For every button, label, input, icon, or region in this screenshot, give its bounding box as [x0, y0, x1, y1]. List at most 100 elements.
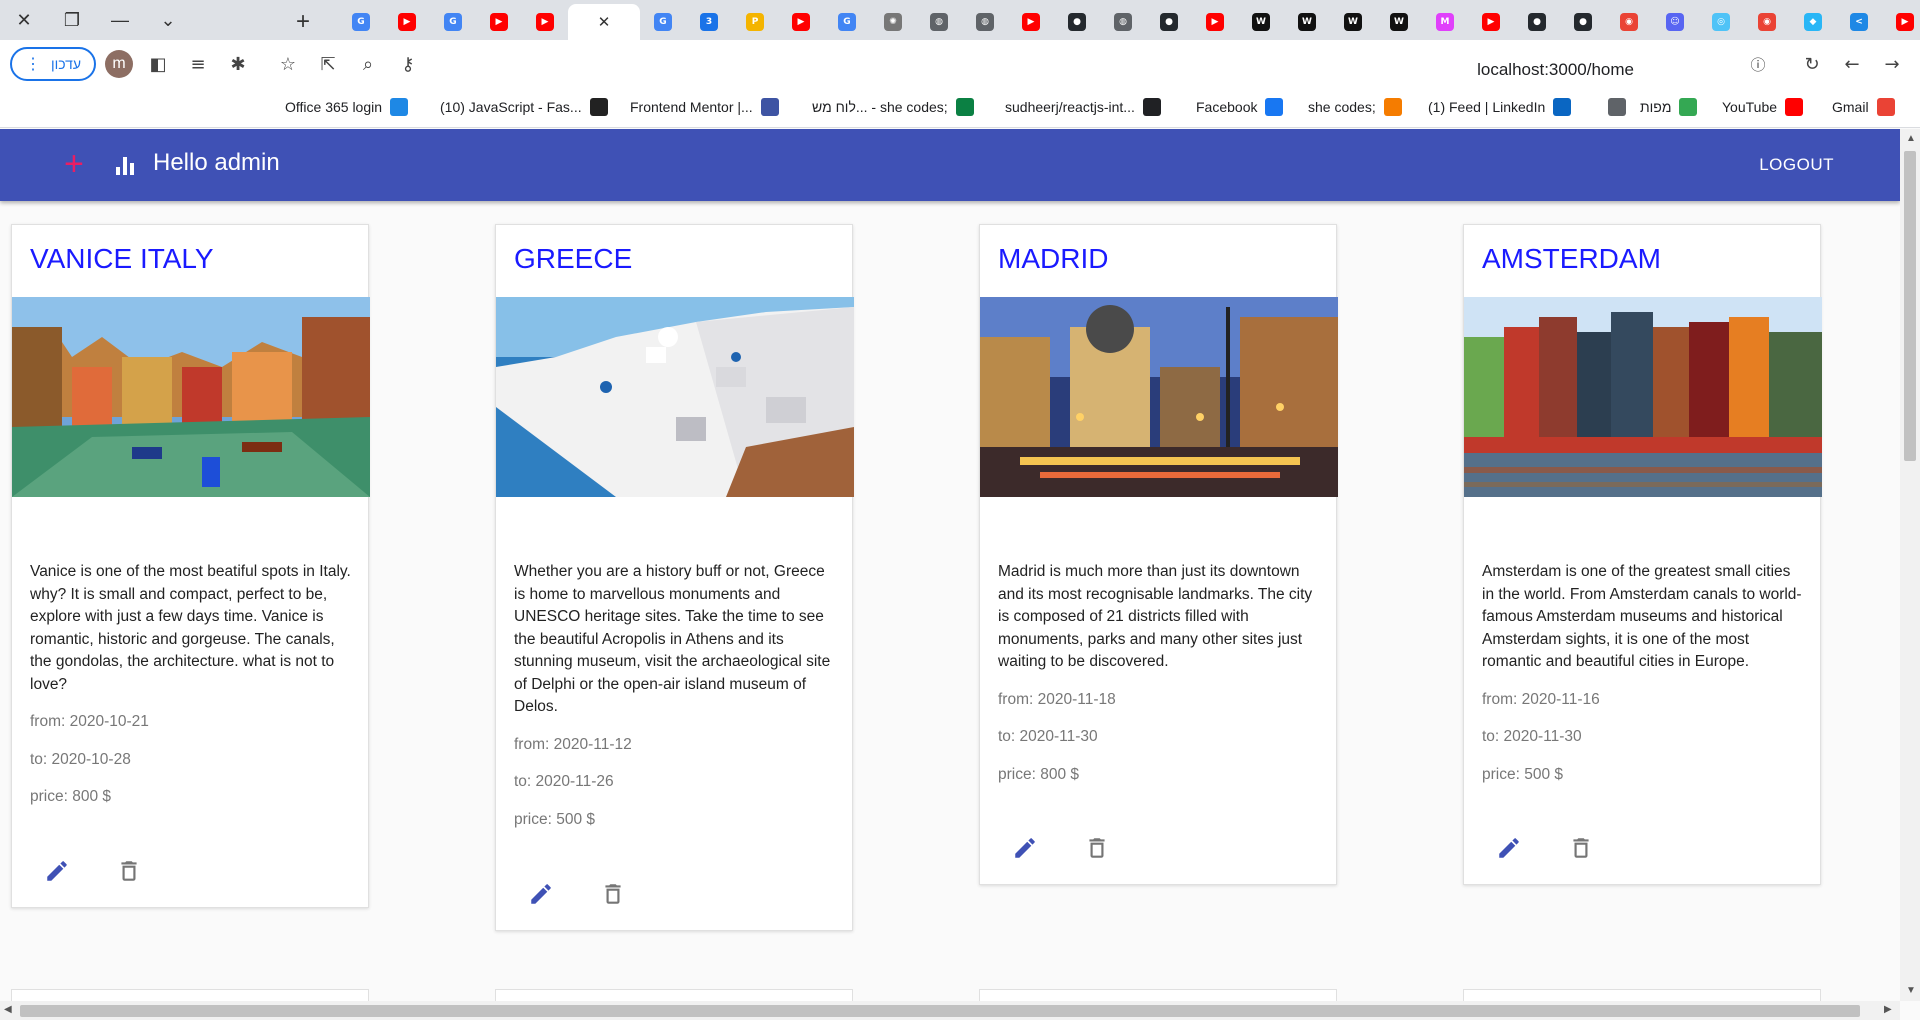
vertical-scroll-thumb[interactable] — [1904, 151, 1916, 461]
trip-details: Whether you are a history buff or not, G… — [514, 561, 838, 831]
profile-avatar[interactable]: m — [105, 50, 133, 78]
site-info-icon[interactable]: ⓘ — [1746, 52, 1770, 76]
tab-search-icon[interactable]: ⌄ — [144, 0, 192, 40]
close-icon: ✕ — [597, 13, 611, 31]
restore-window-icon[interactable]: ❐ — [48, 0, 96, 40]
reload-icon[interactable]: ↻ — [1800, 52, 1824, 76]
minimize-window-icon[interactable]: — — [96, 0, 144, 40]
browser-tab[interactable]: W — [1284, 4, 1330, 40]
trip-description: Vanice is one of the most beatiful spots… — [30, 563, 351, 693]
scroll-up-icon[interactable]: ▲ — [1906, 133, 1916, 144]
browser-tab[interactable]: ▶ — [476, 4, 522, 40]
edit-icon[interactable] — [1012, 835, 1038, 861]
trip-card: VANICE ITALY Vanice is one of the most b… — [11, 224, 370, 908]
bookmark-item[interactable]: (10) JavaScript - Fas... — [440, 98, 608, 116]
browser-tab[interactable]: ● — [1054, 4, 1100, 40]
browser-tab[interactable]: ◎ — [1698, 4, 1744, 40]
bookmark-item[interactable]: מפות — [1640, 98, 1698, 116]
browser-tab[interactable]: ◆ — [1790, 4, 1836, 40]
new-tab-icon[interactable]: + — [296, 8, 310, 36]
address-bar[interactable]: ☆ ⇱ ⌕ ⚷ localhost:3000/home ⓘ — [270, 46, 1780, 82]
browser-tab[interactable]: G — [338, 4, 384, 40]
bookmark-label: YouTube — [1722, 99, 1778, 115]
browser-tab[interactable]: ✺ — [870, 4, 916, 40]
bookmark-item[interactable] — [1600, 98, 1626, 116]
bookmark-item[interactable]: Gmail — [1832, 98, 1895, 116]
browser-tab[interactable]: W — [1376, 4, 1422, 40]
browser-tab[interactable]: M — [1422, 4, 1468, 40]
trip-description: Madrid is much more than just its downto… — [998, 563, 1313, 670]
share-icon[interactable]: ⇱ — [316, 52, 340, 76]
bar-chart-icon[interactable] — [116, 157, 136, 175]
scroll-left-icon[interactable]: ◀ — [4, 1004, 12, 1015]
bookmark-item[interactable]: Frontend Mentor |... — [630, 98, 779, 116]
edit-icon[interactable] — [528, 881, 554, 907]
browser-tab[interactable]: ✕ — [568, 4, 640, 40]
side-panel-icon[interactable]: ◧ — [146, 52, 170, 76]
password-key-icon[interactable]: ⚷ — [396, 52, 420, 76]
calendar-icon: 3 — [700, 13, 718, 31]
trip-from-date: from: 2020-11-12 — [514, 735, 632, 753]
browser-tab[interactable]: W — [1238, 4, 1284, 40]
bookmark-item[interactable]: Office 365 login — [285, 98, 409, 116]
add-trip-icon[interactable]: + — [64, 145, 84, 184]
logout-button[interactable]: LOGOUT — [1759, 155, 1834, 175]
browser-tab[interactable]: G — [430, 4, 476, 40]
browser-tab[interactable]: ▶ — [1192, 4, 1238, 40]
delete-icon[interactable] — [1568, 835, 1594, 861]
bookmark-star-icon[interactable]: ☆ — [276, 52, 300, 76]
horizontal-scroll-thumb[interactable] — [20, 1005, 1860, 1017]
browser-tab[interactable]: W — [1330, 4, 1376, 40]
browser-tab[interactable]: ▶ — [778, 4, 824, 40]
bookmark-item[interactable]: לוח מש... - she codes; — [812, 98, 974, 116]
browser-tab[interactable]: ▶ — [1882, 4, 1920, 40]
browser-tab[interactable]: ● — [1560, 4, 1606, 40]
horizontal-scrollbar[interactable]: ◀ ▶ — [0, 1001, 1900, 1020]
browser-tab[interactable]: ◉ — [1606, 4, 1652, 40]
scroll-right-icon[interactable]: ▶ — [1884, 1004, 1892, 1015]
browser-tab[interactable]: 3 — [686, 4, 732, 40]
wix-icon: W — [1344, 13, 1362, 31]
trip-description: Amsterdam is one of the greatest small c… — [1482, 563, 1802, 670]
bookmark-item[interactable]: sudheerj/reactjs-int... — [1005, 98, 1161, 116]
browser-tab[interactable]: ◉ — [1744, 4, 1790, 40]
reading-list-icon[interactable]: ≡ — [186, 52, 210, 76]
bookmark-item[interactable]: YouTube — [1722, 98, 1804, 116]
eye-icon: ◎ — [1712, 13, 1730, 31]
browser-tab[interactable]: ▶ — [1468, 4, 1514, 40]
close-window-icon[interactable]: ✕ — [0, 0, 48, 40]
browser-tab[interactable]: ▶ — [1008, 4, 1054, 40]
forward-icon[interactable]: → — [1880, 52, 1904, 76]
browser-tab[interactable]: ◍ — [962, 4, 1008, 40]
browser-tab[interactable]: < — [1836, 4, 1882, 40]
edit-icon[interactable] — [44, 858, 70, 884]
edit-icon[interactable] — [1496, 835, 1522, 861]
google-icon: G — [838, 13, 856, 31]
browser-tab[interactable]: ☺ — [1652, 4, 1698, 40]
browser-tab[interactable]: ● — [1514, 4, 1560, 40]
delete-icon[interactable] — [116, 858, 142, 884]
delete-icon[interactable] — [1084, 835, 1110, 861]
trip-to-date: to: 2020-11-30 — [1482, 728, 1582, 745]
trip-to-date: to: 2020-11-30 — [998, 728, 1098, 745]
browser-tab[interactable]: P — [732, 4, 778, 40]
delete-icon[interactable] — [600, 881, 626, 907]
bookmark-item[interactable]: (1) Feed | LinkedIn — [1428, 98, 1572, 116]
browser-tab[interactable]: G — [824, 4, 870, 40]
vertical-scrollbar[interactable]: ▲ ▼ — [1900, 129, 1920, 1001]
github-icon: ● — [1574, 13, 1592, 31]
extensions-icon[interactable]: ✱ — [226, 52, 250, 76]
browser-tab[interactable]: ▶ — [522, 4, 568, 40]
browser-tab[interactable]: ◍ — [1100, 4, 1146, 40]
browser-tab[interactable]: ● — [1146, 4, 1192, 40]
browser-tab[interactable]: ◍ — [916, 4, 962, 40]
browser-tab[interactable]: ▶ — [384, 4, 430, 40]
zoom-icon[interactable]: ⌕ — [356, 52, 380, 76]
browser-tab[interactable]: G — [640, 4, 686, 40]
back-icon[interactable]: ← — [1840, 52, 1864, 76]
bookmark-item[interactable]: Facebook — [1196, 98, 1284, 116]
update-button[interactable]: ⋮ עדכון — [10, 47, 96, 81]
codewars-icon — [589, 98, 608, 116]
scroll-down-icon[interactable]: ▼ — [1906, 985, 1916, 996]
bookmark-item[interactable]: she codes; — [1308, 98, 1402, 116]
